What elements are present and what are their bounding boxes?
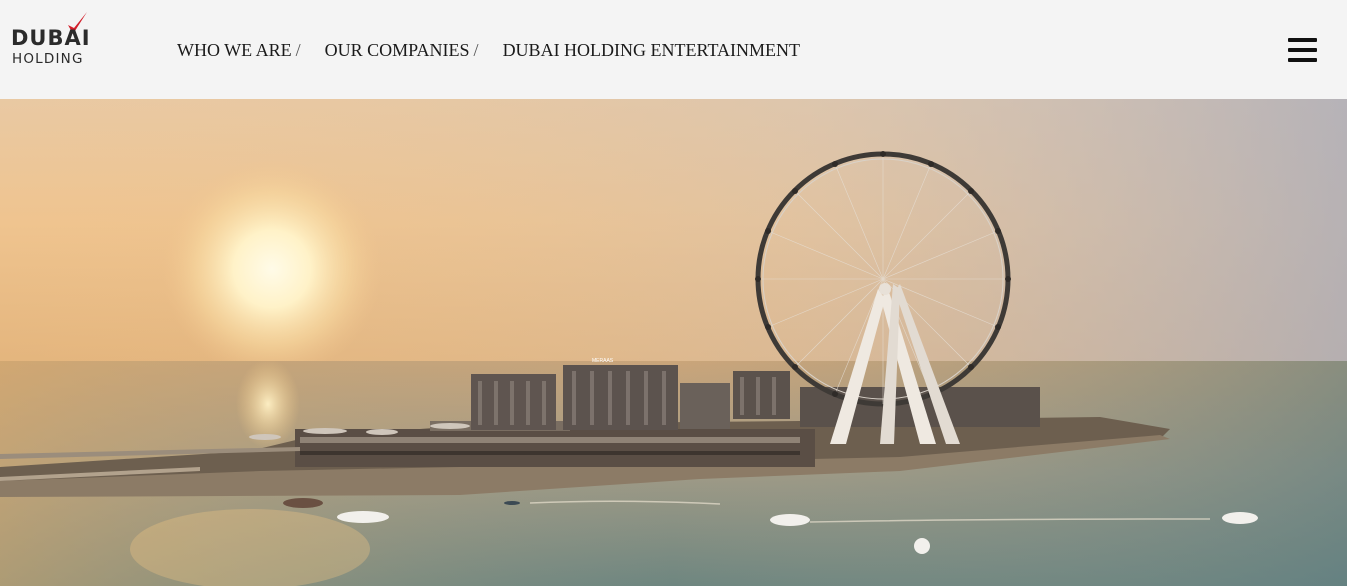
- building-sign: MERAAS: [592, 358, 614, 364]
- dubai-holding-logo[interactable]: DUBAI HOLDING: [11, 12, 101, 72]
- breadcrumb-dubai-holding-entertainment[interactable]: DUBAI HOLDING ENTERTAINMENT: [503, 40, 800, 61]
- hamburger-menu-icon[interactable]: [1288, 36, 1318, 64]
- breadcrumb-separator: /: [473, 40, 479, 60]
- hero-image: MERAAS: [0, 99, 1347, 586]
- logo-text-dubai: DUBAI: [11, 26, 91, 50]
- breadcrumb: WHO WE ARE / OUR COMPANIES / DUBAI HOLDI…: [177, 40, 800, 61]
- breadcrumb-our-companies[interactable]: OUR COMPANIES: [325, 40, 470, 61]
- logo-text-holding: HOLDING: [12, 51, 84, 67]
- breadcrumb-separator: /: [295, 40, 301, 60]
- breadcrumb-who-we-are[interactable]: WHO WE ARE: [177, 40, 292, 61]
- site-header: DUBAI HOLDING WHO WE ARE / OUR COMPANIES…: [0, 0, 1347, 99]
- hero-photo: MERAAS: [0, 99, 1347, 586]
